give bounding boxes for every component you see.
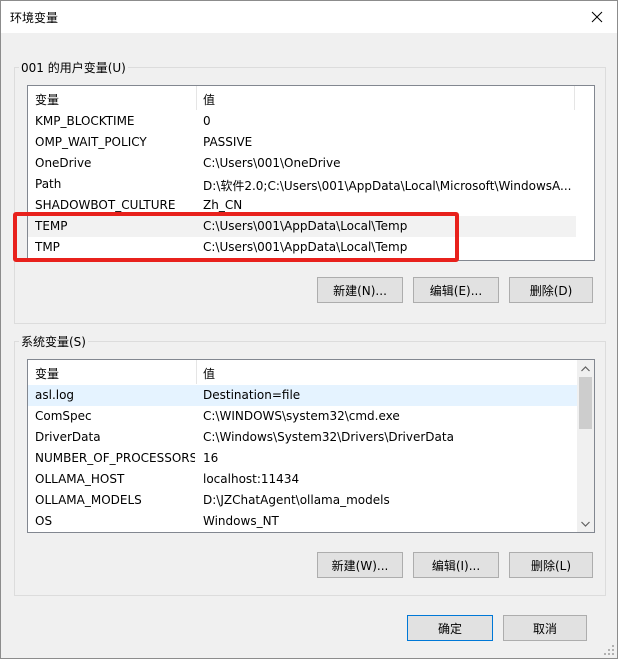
- variable-name: DriverData: [35, 430, 101, 444]
- table-row[interactable]: OLLAMA_HOST localhost:11434: [28, 469, 577, 490]
- column-header-name[interactable]: 变量: [35, 365, 59, 382]
- variable-name: TMP: [35, 240, 60, 254]
- close-icon: [591, 11, 603, 23]
- variable-name: KMP_BLOCKTIME: [35, 114, 135, 128]
- table-row[interactable]: OneDrive C:\Users\001\OneDrive: [28, 153, 576, 174]
- variable-value: Destination=file: [203, 388, 301, 402]
- variable-name: asl.log: [35, 388, 75, 402]
- table-row[interactable]: ComSpec C:\WINDOWS\system32\cmd.exe: [28, 406, 577, 427]
- user-variables-list[interactable]: 变量 值 KMP_BLOCKTIME 0 OMP_WAIT_POLICY PASSIV…: [27, 85, 595, 261]
- table-row[interactable]: TMP C:\Users\001\AppData\Local\Temp: [28, 237, 576, 258]
- system-delete-button[interactable]: 删除(L): [509, 552, 593, 578]
- system-edit-button[interactable]: 编辑(I)...: [413, 552, 499, 578]
- chevron-up-icon: [581, 365, 590, 371]
- variable-name: OLLAMA_MODELS: [35, 493, 142, 507]
- scroll-down-arrow[interactable]: [577, 515, 594, 532]
- table-row[interactable]: KMP_BLOCKTIME 0: [28, 111, 576, 132]
- column-header-value[interactable]: 值: [203, 365, 215, 382]
- variable-value: C:\WINDOWS\system32\cmd.exe: [203, 409, 400, 423]
- column-divider[interactable]: [574, 86, 575, 110]
- variable-value: Zh_CN: [203, 198, 243, 212]
- table-row[interactable]: OMP_WAIT_POLICY PASSIVE: [28, 132, 576, 153]
- variable-value: 16: [203, 451, 219, 465]
- variable-name: TEMP: [35, 219, 68, 233]
- variable-name: NUMBER_OF_PROCESSORS: [35, 451, 195, 465]
- variable-name: SHADOWBOT_CULTURE: [35, 198, 176, 212]
- resize-grip-icon[interactable]: [603, 644, 615, 656]
- vertical-scrollbar[interactable]: [577, 360, 594, 532]
- cancel-button[interactable]: 取消: [503, 615, 587, 641]
- table-row[interactable]: Path D:\软件2.0;C:\Users\001\AppData\Local\…: [28, 174, 576, 195]
- variable-value: PASSIVE: [203, 135, 253, 149]
- variable-name: OS: [35, 514, 53, 528]
- user-edit-button[interactable]: 编辑(E)...: [413, 277, 499, 303]
- system-variables-list[interactable]: 变量 值 asl.log Destination=file ComSpec C:\WI…: [27, 359, 595, 533]
- scroll-up-arrow[interactable]: [577, 360, 594, 377]
- user-delete-button[interactable]: 删除(D): [509, 277, 593, 303]
- variable-name: ComSpec: [35, 409, 92, 423]
- variable-name: OLLAMA_HOST: [35, 472, 125, 486]
- table-row[interactable]: DriverData C:\Windows\System32\Drivers\Dr…: [28, 427, 577, 448]
- system-new-button[interactable]: 新建(W)...: [317, 552, 403, 578]
- environment-variables-dialog: 环境变量 001 的用户变量(U) 变量 值 KMP_BLOCKTIME 0 OMP…: [0, 0, 618, 659]
- variable-value: C:\Users\001\AppData\Local\Temp: [203, 240, 408, 254]
- table-row[interactable]: OLLAMA_MODELS D:\JZChatAgent\ollama_model…: [28, 490, 577, 511]
- column-header-value[interactable]: 值: [203, 91, 215, 108]
- window-title: 环境变量: [10, 11, 59, 25]
- list-header: 变量 值: [28, 86, 594, 110]
- variable-value: D:\JZChatAgent\ollama_models: [203, 493, 390, 507]
- title-bar: 环境变量: [1, 1, 617, 33]
- variable-value: C:\Users\001\AppData\Local\Temp: [203, 219, 408, 233]
- variable-name: OneDrive: [35, 156, 92, 170]
- variable-value: C:\Windows\System32\Drivers\DriverData: [203, 430, 454, 444]
- variable-value: 0: [203, 114, 211, 128]
- variable-value: D:\软件2.0;C:\Users\001\AppData\Local\Micr…: [203, 179, 571, 193]
- column-divider[interactable]: [196, 86, 197, 110]
- chevron-down-icon: [581, 521, 590, 527]
- variable-name: OMP_WAIT_POLICY: [35, 135, 147, 149]
- variable-name: Path: [35, 177, 62, 191]
- system-variables-label: 系统变量(S): [19, 333, 88, 350]
- table-row[interactable]: NUMBER_OF_PROCESSORS 16: [28, 448, 577, 469]
- scroll-thumb[interactable]: [579, 377, 592, 429]
- user-new-button[interactable]: 新建(N)...: [317, 277, 403, 303]
- table-row[interactable]: SHADOWBOT_CULTURE Zh_CN: [28, 195, 576, 216]
- column-header-name[interactable]: 变量: [35, 91, 59, 108]
- table-row[interactable]: asl.log Destination=file: [28, 385, 577, 406]
- variable-value: C:\Users\001\OneDrive: [203, 156, 341, 170]
- ok-button[interactable]: 确定: [407, 615, 493, 641]
- variable-value: Windows_NT: [203, 514, 279, 528]
- column-divider[interactable]: [196, 360, 197, 384]
- table-row[interactable]: TEMP C:\Users\001\AppData\Local\Temp: [28, 216, 576, 237]
- close-button[interactable]: [577, 1, 617, 33]
- variable-value: localhost:11434: [203, 472, 300, 486]
- user-variables-label: 001 的用户变量(U): [19, 59, 128, 76]
- list-header: 变量 值: [28, 360, 577, 384]
- table-row[interactable]: OS Windows_NT: [28, 511, 577, 532]
